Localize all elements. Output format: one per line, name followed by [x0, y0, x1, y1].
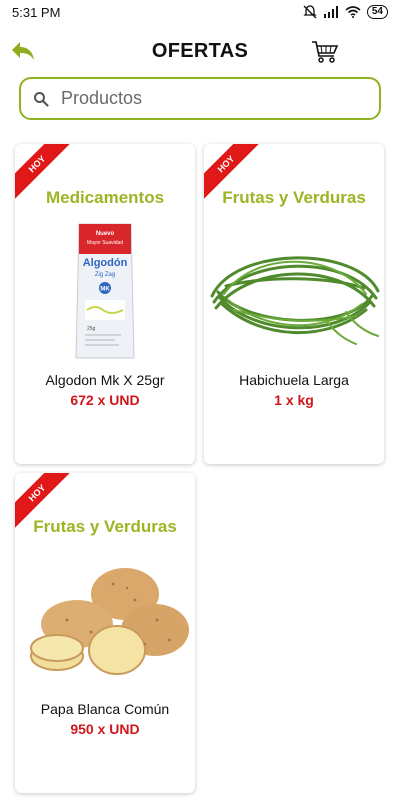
product-card[interactable]: HOY Frutas y Verduras Papa Blanca Común …	[15, 473, 195, 793]
product-image	[15, 545, 195, 695]
battery-indicator: 54	[366, 5, 388, 19]
notifications-off-icon	[303, 5, 317, 19]
product-card[interactable]: HOY Frutas y Verduras Habichuela Larga 1…	[204, 144, 384, 464]
cotton-package-image: Nuevo Mayor Suavidad Algodón Zig Zag MK …	[75, 223, 135, 359]
product-price: 672 x UND	[70, 392, 140, 408]
package-label-mk: MK	[100, 287, 110, 293]
package-label-nuevo: Nuevo	[96, 231, 115, 237]
product-name: Papa Blanca Común	[40, 701, 170, 717]
product-category: Medicamentos	[45, 188, 165, 207]
product-name: Habichuela Larga	[239, 372, 349, 388]
app-header: OFERTAS	[0, 28, 400, 74]
product-card[interactable]: HOY Medicamentos Nuevo Mayor Suavidad Al…	[15, 144, 195, 464]
package-label-zigzag: Zig Zag	[95, 272, 115, 278]
signal-icon	[323, 6, 338, 18]
green-beans-image	[210, 256, 380, 345]
package-label-brand: Algodón	[83, 257, 128, 269]
potatoes-image	[30, 568, 189, 675]
product-image	[204, 216, 384, 366]
product-category: Frutas y Verduras	[222, 188, 366, 207]
product-category: Frutas y Verduras	[33, 517, 177, 536]
page-title: OFERTAS	[151, 40, 249, 62]
package-label-suavidad: Mayor Suavidad	[87, 240, 123, 246]
package-label-weight: 25g	[87, 326, 96, 332]
status-time: 5:31 PM	[12, 4, 61, 20]
status-icons: 54	[303, 5, 388, 19]
product-price: 1 x kg	[274, 392, 314, 408]
search-box[interactable]	[19, 77, 381, 120]
search-icon	[31, 89, 51, 109]
product-image: Nuevo Mayor Suavidad Algodón Zig Zag MK …	[15, 216, 195, 366]
product-price: 950 x UND	[70, 721, 140, 737]
shopping-cart-icon	[312, 41, 339, 63]
wifi-icon	[345, 6, 361, 18]
status-bar: 5:31 PM 54	[0, 0, 400, 24]
cart-button[interactable]	[310, 37, 340, 67]
search-input[interactable]	[59, 87, 363, 110]
product-name: Algodon Mk X 25gr	[45, 372, 165, 388]
